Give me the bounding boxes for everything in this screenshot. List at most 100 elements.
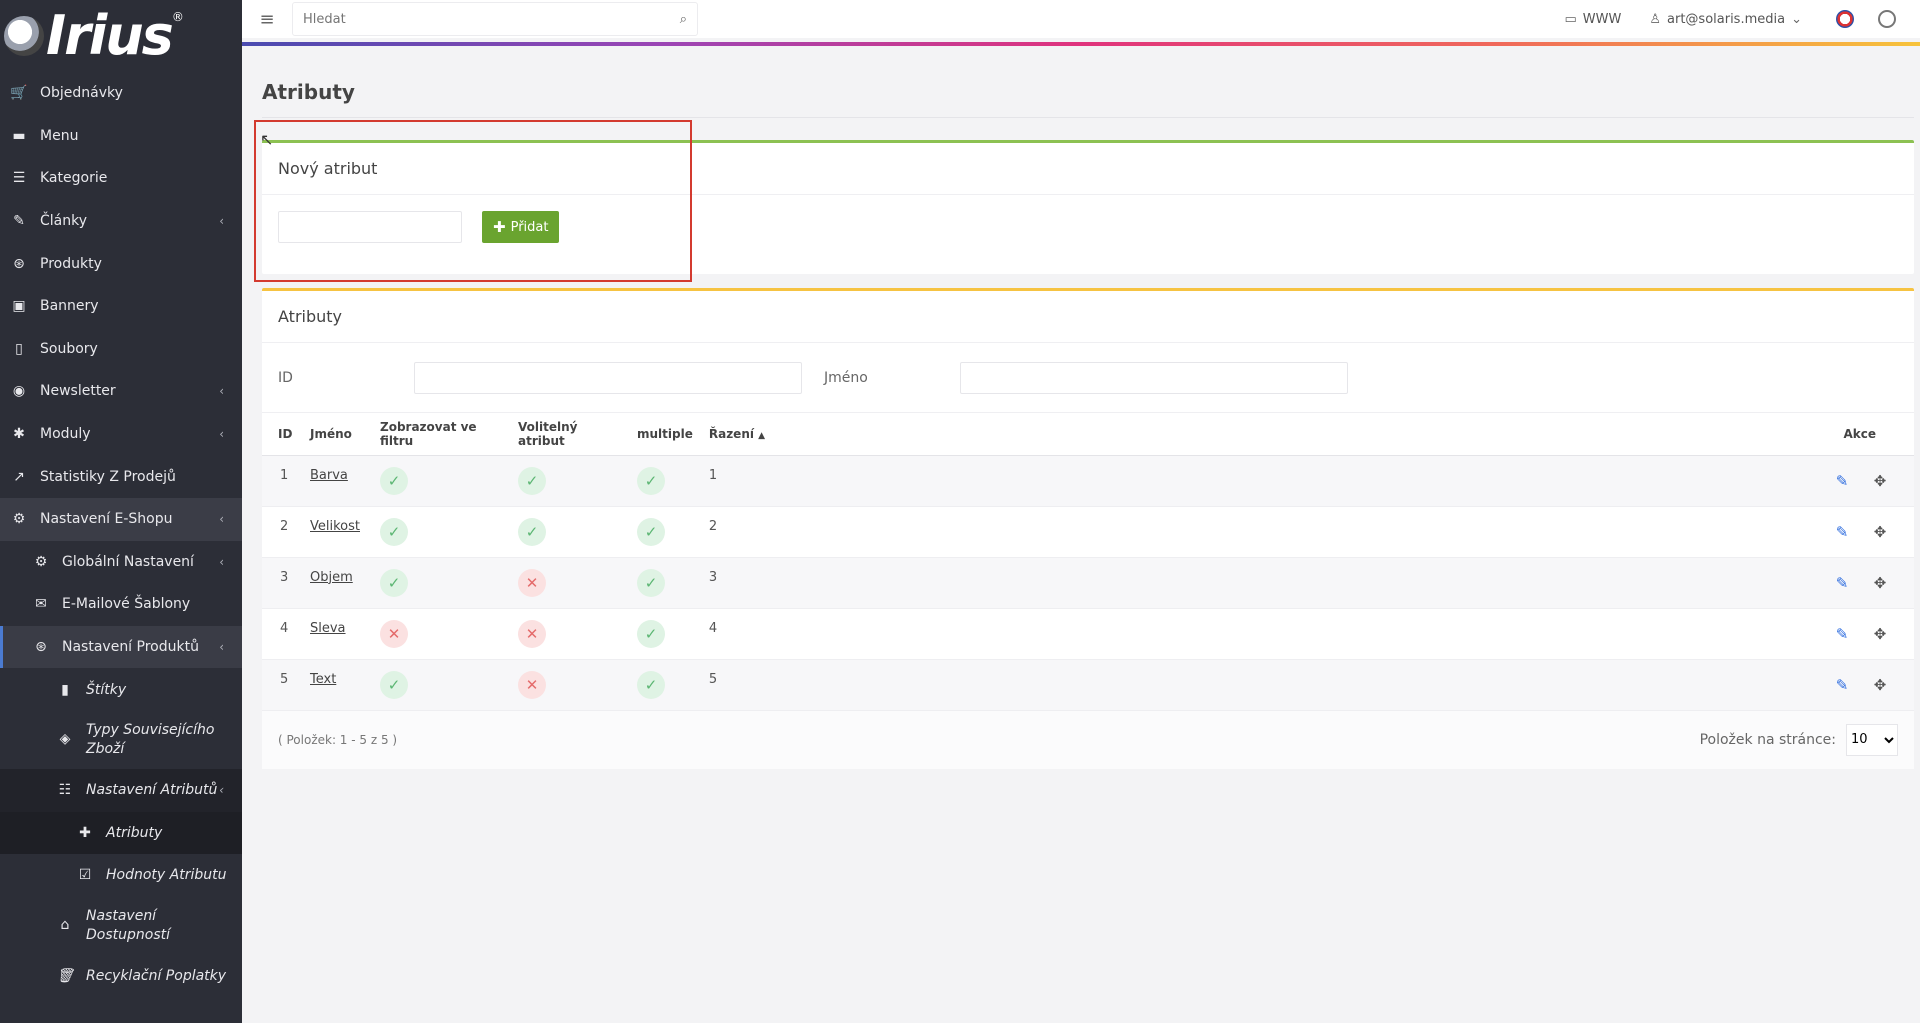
cell-id: 3 [262, 557, 302, 609]
attribute-name-link[interactable]: Text [310, 672, 336, 687]
chevron-left-icon: ‹ [219, 214, 224, 229]
cell-name: Objem [302, 557, 372, 609]
search-icon[interactable]: ⌕ [680, 12, 687, 27]
new-attribute-input[interactable] [278, 211, 462, 243]
cell-order: 1 [700, 455, 1804, 507]
sidebar-item-atributy[interactable]: ✚ Atributy [0, 811, 242, 855]
table-row: 1 Barva ✓ ✓ ✓ 1 ✎ ✥ [262, 455, 1914, 507]
cell-order: 3 [700, 557, 1804, 609]
filter-id-input[interactable] [414, 361, 802, 394]
attribute-name-link[interactable]: Barva [310, 468, 348, 483]
cell-filter: ✓ [372, 557, 510, 609]
sidebar-item-label: Typy Souvisejícího Zboží [86, 722, 215, 757]
power-icon[interactable] [1878, 10, 1896, 28]
sidebar-item-produkty[interactable]: ⊛ Produkty [0, 242, 242, 285]
col-order-header[interactable]: Řazení ▲ [700, 413, 1804, 456]
move-icon[interactable]: ✥ [1868, 673, 1892, 697]
sidebar-item-nastaveni-dostupnosti[interactable]: ⌂ Nastavení Dostupností [0, 897, 242, 955]
attribute-name-link[interactable]: Sleva [310, 621, 346, 636]
layers-icon: ◈ [59, 731, 71, 748]
mouse-cursor-icon: ↖ [260, 130, 274, 149]
sidebar-item-kategorie[interactable]: ☰ Kategorie [0, 157, 242, 200]
col-name[interactable]: Jméno [302, 413, 372, 456]
new-attribute-title: Nový atribut [262, 143, 1914, 195]
sidebar-item-recyklacni-poplatky[interactable]: 🗑 Recyklační Poplatky [0, 955, 242, 998]
chevron-left-icon: ‹ [219, 554, 224, 569]
logo[interactable]: Irius ® [0, 0, 242, 72]
move-icon[interactable]: ✥ [1868, 622, 1892, 646]
sidebar-item-label: Globální Nastavení [62, 553, 194, 570]
sidebar-item-nastaveni-produktu[interactable]: ⊛ Nastavení Produktů ‹ [0, 625, 242, 669]
cell-actions: ✎ ✥ [1804, 455, 1914, 507]
move-icon[interactable]: ✥ [1868, 469, 1892, 493]
sidebar-item-label: Kategorie [40, 170, 108, 187]
new-attribute-form: ✚ Přidat [262, 195, 1914, 259]
col-optional[interactable]: Volitelný atribut [510, 413, 629, 456]
www-label: WWW [1582, 11, 1622, 27]
edit-icon[interactable]: ✎ [1830, 520, 1854, 544]
sidebar-item-bannery[interactable]: ▣ Bannery [0, 285, 242, 328]
new-attribute-card: Nový atribut ✚ Přidat [262, 140, 1914, 274]
sidebar-item-label: Menu [40, 127, 79, 144]
check-icon: ✓ [637, 517, 665, 546]
edit-icon[interactable]: ✎ [1830, 673, 1854, 697]
table-row: 3 Objem ✓ ✕ ✓ 3 ✎ ✥ [262, 557, 1914, 609]
dribbble-icon: ⊛ [35, 639, 47, 656]
sidebar-item-newsletter[interactable]: ◉ Newsletter ‹ [0, 370, 242, 413]
user-icon: ♙ [1649, 11, 1662, 27]
sidebar-item-emailove-sablony[interactable]: ✉ E-Mailové Šablony [0, 583, 242, 626]
pencil-icon: ✎ [13, 213, 25, 230]
sidebar-item-statistiky[interactable]: ↗ Statistiky Z Prodejů [0, 455, 242, 498]
col-filter[interactable]: Zobrazovat ve filtru [372, 413, 510, 456]
check-icon: ✓ [518, 466, 546, 495]
sidebar-item-nastaveni-eshopu[interactable]: ⚙ Nastavení E-Shopu ‹ [0, 497, 242, 541]
sidebar-item-label: Nastavení Produktů [62, 639, 199, 656]
sidebar-item-nastaveni-atributu[interactable]: ☷ Nastavení Atributů ‹ [0, 768, 242, 812]
www-link[interactable]: ▭ WWW [1565, 12, 1622, 27]
cell-order: 4 [700, 608, 1804, 660]
sidebar-item-moduly[interactable]: ✱ Moduly ‹ [0, 413, 242, 456]
sidebar-item-soubory[interactable]: ▯ Soubory [0, 328, 242, 371]
check-icon: ✓ [637, 619, 665, 648]
edit-icon[interactable]: ✎ [1830, 571, 1854, 595]
sidebar-item-clanky[interactable]: ✎ Články ‹ [0, 200, 242, 243]
cell-multiple: ✓ [629, 659, 701, 711]
sidebar-item-globalni-nastaveni[interactable]: ⚙ Globální Nastavení ‹ [0, 541, 242, 584]
gear-icon: ⚙ [34, 553, 48, 570]
search-input[interactable] [303, 11, 680, 27]
check-icon: ✓ [637, 568, 665, 597]
sidebar-item-stitky[interactable]: ▮ Štítky [0, 668, 242, 711]
sidebar-item-label: Nastavení E-Shopu [40, 511, 173, 528]
move-icon[interactable]: ✥ [1868, 571, 1892, 595]
attribute-name-link[interactable]: Velikost [310, 519, 360, 534]
sidebar-item-label: Objednávky [40, 85, 123, 102]
sidebar-item-hodnoty-atributu[interactable]: ☑ Hodnoty Atributu [0, 854, 242, 897]
col-actions: Akce [1804, 413, 1914, 456]
attributes-list-title: Atributy [262, 291, 1914, 343]
cell-filter: ✓ [372, 659, 510, 711]
sidebar-item-label: Štítky [86, 681, 127, 698]
table-header-row: ID Jméno Zobrazovat ve filtru Volitelný … [262, 413, 1914, 456]
col-multiple[interactable]: multiple [629, 413, 701, 456]
attribute-name-link[interactable]: Objem [310, 570, 353, 585]
sidebar-item-label: Moduly [40, 426, 91, 443]
col-id[interactable]: ID [262, 413, 302, 456]
search-box[interactable]: ⌕ [292, 2, 698, 36]
hamburger-menu-icon[interactable]: ≡ [242, 9, 292, 30]
add-attribute-button[interactable]: ✚ Přidat [482, 211, 560, 243]
sidebar-item-typy-souvisejiciho-zbozi[interactable]: ◈ Typy Souvisejícího Zboží [0, 711, 242, 769]
per-page-select[interactable]: 10 [1846, 723, 1898, 756]
chevron-left-icon: ‹ [219, 384, 224, 399]
sidebar-item-objednavky[interactable]: 🛒 Objednávky [0, 72, 242, 115]
edit-icon[interactable]: ✎ [1830, 469, 1854, 493]
filter-name-input[interactable] [960, 361, 1348, 394]
per-page-label: Položek na stránce: [1699, 731, 1836, 748]
move-icon[interactable]: ✥ [1868, 520, 1892, 544]
cell-filter: ✕ [372, 608, 510, 660]
edit-icon[interactable]: ✎ [1830, 622, 1854, 646]
user-menu[interactable]: ♙ art@solaris.media ⌄ [1649, 12, 1808, 27]
language-flag-icon[interactable] [1836, 10, 1854, 28]
sidebar-item-menu[interactable]: ▬ Menu [0, 115, 242, 158]
bookmark-icon: ▮ [61, 681, 69, 698]
cell-optional: ✕ [510, 557, 629, 609]
